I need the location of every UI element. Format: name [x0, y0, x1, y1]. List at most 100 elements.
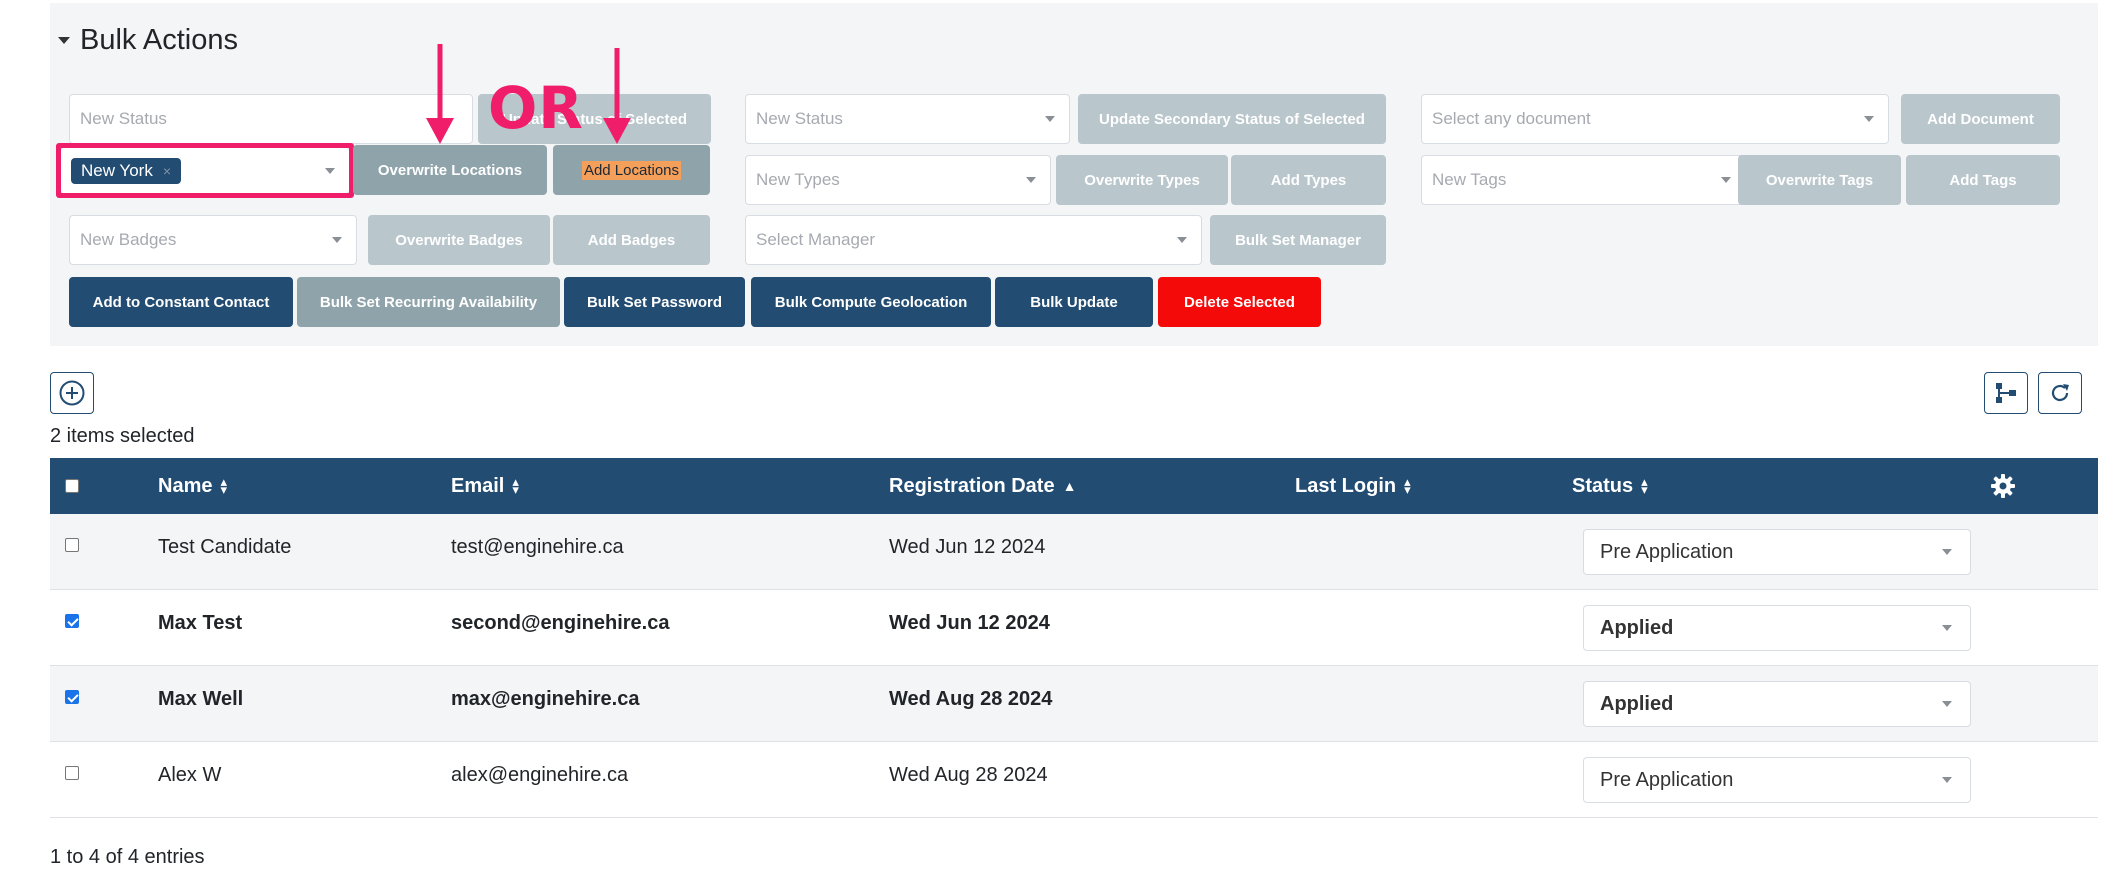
refresh-button[interactable] [2038, 372, 2082, 414]
bulk-compute-geolocation-label: Bulk Compute Geolocation [774, 293, 968, 311]
table-row[interactable]: Max Well max@enginehire.ca Wed Aug 28 20… [50, 666, 2098, 742]
chevron-down-icon [1721, 177, 1731, 183]
row-status-select[interactable]: Pre Application [1583, 529, 1971, 575]
add-types-button[interactable]: Add Types [1231, 155, 1386, 205]
add-tags-label: Add Tags [1949, 171, 2017, 189]
row-email: max@enginehire.ca [451, 688, 640, 710]
table-row[interactable]: Alex W alex@enginehire.ca Wed Aug 28 202… [50, 742, 2098, 818]
add-button[interactable] [50, 372, 94, 414]
row-registration-date: Wed Aug 28 2024 [889, 764, 1048, 786]
row-checkbox[interactable] [65, 766, 79, 780]
sort-ascending-icon: ▲ [1062, 478, 1077, 494]
column-tree-button[interactable] [1984, 372, 2028, 414]
new-types-placeholder: New Types [756, 170, 840, 189]
bulk-update-button[interactable]: Bulk Update [995, 277, 1153, 327]
row-checkbox[interactable] [65, 614, 79, 628]
bulk-set-manager-label: Bulk Set Manager [1235, 231, 1361, 249]
overwrite-badges-button[interactable]: Overwrite Badges [368, 215, 550, 265]
caret-down-icon [58, 37, 70, 44]
annotation-arrow-icon [426, 44, 454, 144]
bulk-set-recurring-availability-label: Bulk Set Recurring Availability [319, 293, 538, 311]
sort-icon: ▴ ▾ [1404, 474, 1411, 497]
new-tags-placeholder: New Tags [1432, 170, 1507, 189]
column-header-status-label: Status [1572, 474, 1634, 497]
table-row[interactable]: Max Test second@enginehire.ca Wed Jun 12… [50, 590, 2098, 666]
table-row[interactable]: Test Candidate test@enginehire.ca Wed Ju… [50, 514, 2098, 590]
annotation-or-text: OR [488, 74, 584, 142]
document-placeholder: Select any document [1432, 109, 1591, 128]
new-types-select[interactable]: New Types [745, 155, 1051, 205]
table-header: Name ▴ ▾ Email ▴ ▾ Registration Date ▲ Las… [50, 458, 2098, 514]
overwrite-types-button[interactable]: Overwrite Types [1056, 155, 1228, 205]
delete-selected-button[interactable]: Delete Selected [1158, 277, 1321, 327]
bulk-compute-geolocation-button[interactable]: Bulk Compute Geolocation [751, 277, 991, 327]
bulk-actions-title: Bulk Actions [80, 24, 238, 56]
add-locations-button[interactable]: Add Locations [553, 145, 710, 195]
new-secondary-status-select[interactable]: New Status [745, 94, 1070, 144]
add-to-constant-contact-button[interactable]: Add to Constant Contact [69, 277, 293, 327]
bulk-set-manager-button[interactable]: Bulk Set Manager [1210, 215, 1386, 265]
sort-icon: ▴ ▾ [512, 474, 519, 497]
manager-placeholder: Select Manager [756, 230, 876, 249]
delete-selected-label: Delete Selected [1184, 293, 1295, 311]
manager-select[interactable]: Select Manager [745, 215, 1202, 265]
chevron-down-icon [1942, 549, 1952, 555]
overwrite-locations-button[interactable]: Overwrite Locations [353, 145, 547, 195]
add-document-label: Add Document [1927, 110, 2034, 128]
new-secondary-status-placeholder: New Status [756, 109, 843, 128]
column-header-email[interactable]: Email ▴ ▾ [451, 458, 519, 514]
new-badges-placeholder: New Badges [80, 230, 177, 249]
column-header-last-login[interactable]: Last Login ▴ ▾ [1295, 458, 1411, 514]
add-document-button[interactable]: Add Document [1901, 94, 2060, 144]
row-status-value: Pre Application [1600, 540, 1734, 563]
add-badges-label: Add Badges [587, 231, 676, 249]
column-header-name-label: Name [158, 474, 213, 497]
new-badges-select[interactable]: New Badges [69, 215, 357, 265]
column-header-registration-date-label: Registration Date [889, 474, 1055, 497]
page: { "bulk": { "title": "Bulk Actions", "ro… [0, 0, 2123, 869]
add-badges-button[interactable]: Add Badges [553, 215, 710, 265]
refresh-icon [2051, 384, 2069, 402]
annotation-highlight-box [56, 143, 354, 198]
bulk-set-recurring-availability-button[interactable]: Bulk Set Recurring Availability [297, 277, 560, 327]
table-info: 1 to 4 of 4 entries [50, 846, 205, 868]
chevron-down-icon [1026, 177, 1036, 183]
row-name: Max Well [158, 688, 244, 710]
row-registration-date: Wed Jun 12 2024 [889, 612, 1050, 634]
chevron-down-icon [1942, 701, 1952, 707]
select-all-checkbox[interactable] [65, 479, 79, 493]
row-name: Alex W [158, 764, 222, 786]
row-checkbox[interactable] [65, 538, 79, 552]
row-checkbox[interactable] [65, 690, 79, 704]
overwrite-tags-button[interactable]: Overwrite Tags [1738, 155, 1901, 205]
column-header-status[interactable]: Status ▴ ▾ [1572, 458, 1648, 514]
chevron-down-icon [1045, 116, 1055, 122]
plus-circle-icon [59, 380, 85, 406]
bulk-actions-toggle[interactable]: Bulk Actions [58, 24, 238, 57]
chevron-down-icon [1942, 625, 1952, 631]
chevron-down-icon [1177, 237, 1187, 243]
bulk-set-password-button[interactable]: Bulk Set Password [564, 277, 745, 327]
add-tags-button[interactable]: Add Tags [1906, 155, 2060, 205]
new-status-select[interactable]: New Status [69, 94, 473, 144]
sitemap-icon [1996, 383, 2016, 403]
column-header-name[interactable]: Name ▴ ▾ [158, 458, 227, 514]
row-status-value: Applied [1600, 692, 1674, 715]
new-status-placeholder: New Status [80, 109, 167, 128]
row-status-select[interactable]: Applied [1583, 681, 1971, 727]
new-tags-select[interactable]: New Tags [1421, 155, 1746, 205]
column-settings-button[interactable] [1990, 458, 2016, 514]
row-status-select[interactable]: Pre Application [1583, 757, 1971, 803]
bulk-update-label: Bulk Update [1030, 293, 1118, 311]
row-email: test@enginehire.ca [451, 536, 624, 558]
add-locations-label: Add Locations [581, 160, 682, 180]
document-select[interactable]: Select any document [1421, 94, 1889, 144]
update-secondary-status-label: Update Secondary Status of Selected [1099, 110, 1365, 128]
column-header-registration-date[interactable]: Registration Date ▲ [889, 458, 1076, 514]
row-status-select[interactable]: Applied [1583, 605, 1971, 651]
chevron-down-icon [1942, 777, 1952, 783]
sort-icon: ▴ ▾ [1641, 474, 1648, 497]
add-to-constant-contact-label: Add to Constant Contact [92, 293, 270, 311]
update-secondary-status-button[interactable]: Update Secondary Status of Selected [1078, 94, 1386, 144]
row-name: Max Test [158, 612, 243, 634]
